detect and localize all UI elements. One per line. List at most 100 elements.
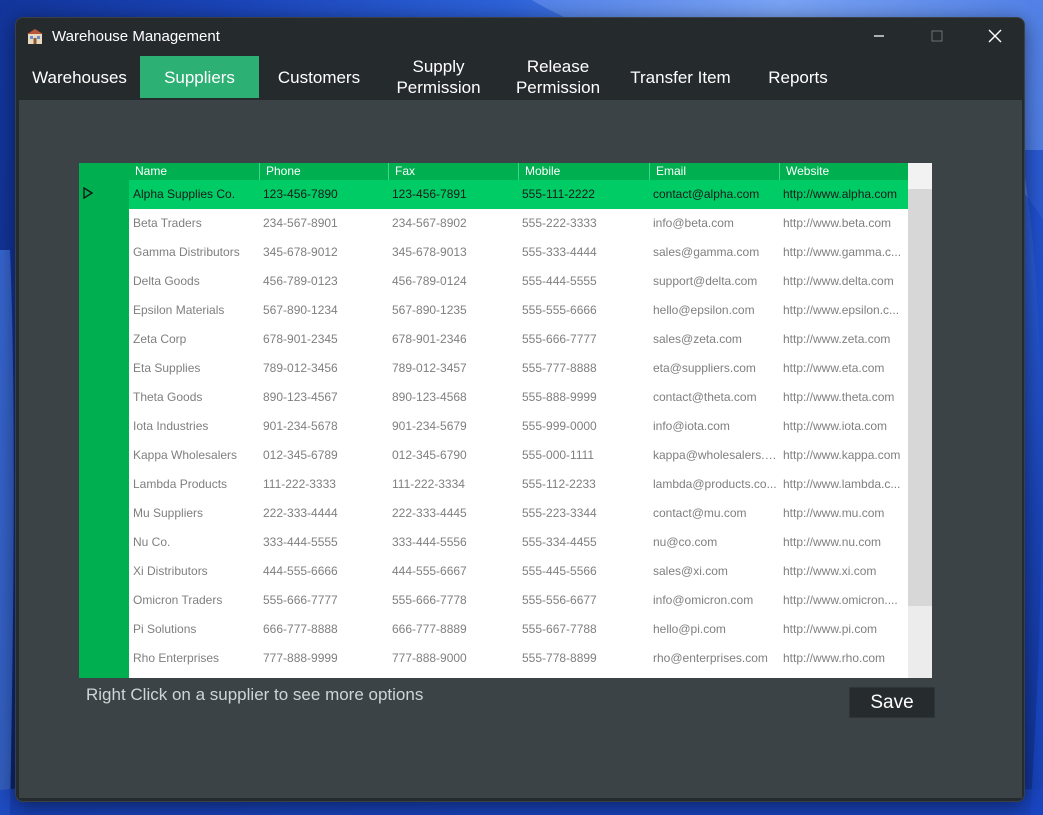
cell-mobile[interactable]: 555-333-4444 [518,238,649,267]
cell-website[interactable]: http://www.xi.com [779,557,908,586]
cell-email[interactable]: hello@epsilon.com [649,296,779,325]
cell-fax[interactable]: 789-012-3457 [388,354,518,383]
column-header-phone[interactable]: Phone [259,163,388,180]
cell-email[interactable]: contact@theta.com [649,383,779,412]
scrollbar-track-top[interactable] [908,163,932,189]
cell-mobile[interactable]: 555-222-3333 [518,209,649,238]
cell-mobile[interactable]: 555-000-1111 [518,441,649,470]
cell-mobile[interactable]: 555-777-8888 [518,354,649,383]
cell-phone[interactable]: 111-222-3333 [259,470,388,499]
cell-name[interactable]: Beta Traders [129,209,259,238]
vertical-scrollbar[interactable] [908,163,932,678]
cell-website[interactable]: http://www.theta.com [779,383,908,412]
tab-release-permission[interactable]: Release Permission [498,56,618,98]
table-row[interactable]: Rho Enterprises 777-888-9999 777-888-9000 5… [129,644,908,673]
cell-email[interactable]: sales@gamma.com [649,238,779,267]
cell-phone[interactable]: 444-555-6666 [259,557,388,586]
table-row[interactable]: Xi Distributors 444-555-6666 444-555-6667 5… [129,557,908,586]
cell-mobile[interactable]: 555-223-3344 [518,499,649,528]
cell-email[interactable]: hello@pi.com [649,615,779,644]
cell-fax[interactable]: 777-888-9000 [388,644,518,673]
cell-email[interactable]: info@iota.com [649,412,779,441]
table-row[interactable]: Kappa Wholesalers 012-345-6789 012-345-679… [129,441,908,470]
maximize-button[interactable] [908,18,966,54]
cell-fax[interactable]: 555-666-7778 [388,586,518,615]
cell-website[interactable]: http://www.mu.com [779,499,908,528]
cell-email[interactable]: rho@enterprises.com [649,644,779,673]
cell-website[interactable]: http://www.kappa.com [779,441,908,470]
cell-name[interactable]: Rho Enterprises [129,644,259,673]
cell-name[interactable]: Lambda Products [129,470,259,499]
scrollbar-thumb[interactable] [908,189,932,606]
cell-fax[interactable]: 012-345-6790 [388,441,518,470]
cell-phone[interactable]: 456-789-0123 [259,267,388,296]
table-row[interactable]: Omicron Traders 555-666-7777 555-666-7778 5… [129,586,908,615]
table-row[interactable]: Zeta Corp 678-901-2345 678-901-2346 555-666… [129,325,908,354]
table-row[interactable]: Pi Solutions 666-777-8888 666-777-8889 555-… [129,615,908,644]
cell-email[interactable]: eta@suppliers.com [649,354,779,383]
table-row[interactable]: Lambda Products 111-222-3333 111-222-3334 5… [129,470,908,499]
cell-website[interactable]: http://www.epsilon.c... [779,296,908,325]
cell-phone[interactable]: 666-777-8888 [259,615,388,644]
cell-phone[interactable]: 890-123-4567 [259,383,388,412]
cell-fax[interactable]: 123-456-7891 [388,180,518,209]
cell-email[interactable]: sales@zeta.com [649,325,779,354]
table-row[interactable]: Beta Traders 234-567-8901 234-567-8902 555-… [129,209,908,238]
tab-customers[interactable]: Customers [259,56,379,98]
cell-mobile[interactable]: 555-888-9999 [518,383,649,412]
cell-name[interactable]: Omicron Traders [129,586,259,615]
cell-phone[interactable]: 777-888-9999 [259,644,388,673]
cell-website[interactable]: http://www.alpha.com [779,180,908,209]
cell-phone[interactable]: 567-890-1234 [259,296,388,325]
column-header-website[interactable]: Website [779,163,908,180]
tab-transfer-item[interactable]: Transfer Item [618,56,743,98]
tab-warehouses[interactable]: Warehouses [20,56,139,98]
table-row[interactable]: Iota Industries 901-234-5678 901-234-5679 5… [129,412,908,441]
cell-phone[interactable]: 789-012-3456 [259,354,388,383]
cell-fax[interactable]: 111-222-3334 [388,470,518,499]
column-header-email[interactable]: Email [649,163,779,180]
cell-email[interactable]: contact@mu.com [649,499,779,528]
cell-phone[interactable]: 333-444-5555 [259,528,388,557]
cell-email[interactable]: sales@xi.com [649,557,779,586]
cell-fax[interactable]: 345-678-9013 [388,238,518,267]
cell-email[interactable]: nu@co.com [649,528,779,557]
cell-email[interactable]: info@beta.com [649,209,779,238]
cell-fax[interactable]: 678-901-2346 [388,325,518,354]
cell-name[interactable]: Zeta Corp [129,325,259,354]
cell-website[interactable]: http://www.gamma.c... [779,238,908,267]
table-row[interactable]: Alpha Supplies Co. 123-456-7890 123-456-78… [129,180,908,209]
cell-email[interactable]: lambda@products.co... [649,470,779,499]
cell-fax[interactable]: 567-890-1235 [388,296,518,325]
row-header-column[interactable] [79,163,129,678]
cell-website[interactable]: http://www.omicron.... [779,586,908,615]
cell-mobile[interactable]: 555-667-7788 [518,615,649,644]
column-header-name[interactable]: Name [129,163,259,180]
cell-email[interactable]: contact@alpha.com [649,180,779,209]
cell-phone[interactable]: 222-333-4444 [259,499,388,528]
cell-fax[interactable]: 444-555-6667 [388,557,518,586]
table-row[interactable]: Eta Supplies 789-012-3456 789-012-3457 555-… [129,354,908,383]
cell-website[interactable]: http://www.lambda.c... [779,470,908,499]
table-row[interactable]: Gamma Distributors 345-678-9012 345-678-90… [129,238,908,267]
cell-name[interactable]: Pi Solutions [129,615,259,644]
cell-mobile[interactable]: 555-112-2233 [518,470,649,499]
cell-mobile[interactable]: 555-111-2222 [518,180,649,209]
tab-reports[interactable]: Reports [743,56,853,98]
cell-name[interactable]: Epsilon Materials [129,296,259,325]
tab-suppliers[interactable]: Suppliers [140,56,259,98]
cell-phone[interactable]: 345-678-9012 [259,238,388,267]
cell-name[interactable]: Xi Distributors [129,557,259,586]
table-row[interactable]: Delta Goods 456-789-0123 456-789-0124 555-4… [129,267,908,296]
cell-website[interactable]: http://www.iota.com [779,412,908,441]
cell-website[interactable]: http://www.delta.com [779,267,908,296]
cell-name[interactable]: Alpha Supplies Co. [129,180,259,209]
cell-phone[interactable]: 555-666-7777 [259,586,388,615]
cell-name[interactable]: Mu Suppliers [129,499,259,528]
cell-fax[interactable]: 901-234-5679 [388,412,518,441]
cell-phone[interactable]: 678-901-2345 [259,325,388,354]
cell-website[interactable]: http://www.zeta.com [779,325,908,354]
cell-mobile[interactable]: 555-334-4455 [518,528,649,557]
cell-fax[interactable]: 333-444-5556 [388,528,518,557]
cell-website[interactable]: http://www.pi.com [779,615,908,644]
